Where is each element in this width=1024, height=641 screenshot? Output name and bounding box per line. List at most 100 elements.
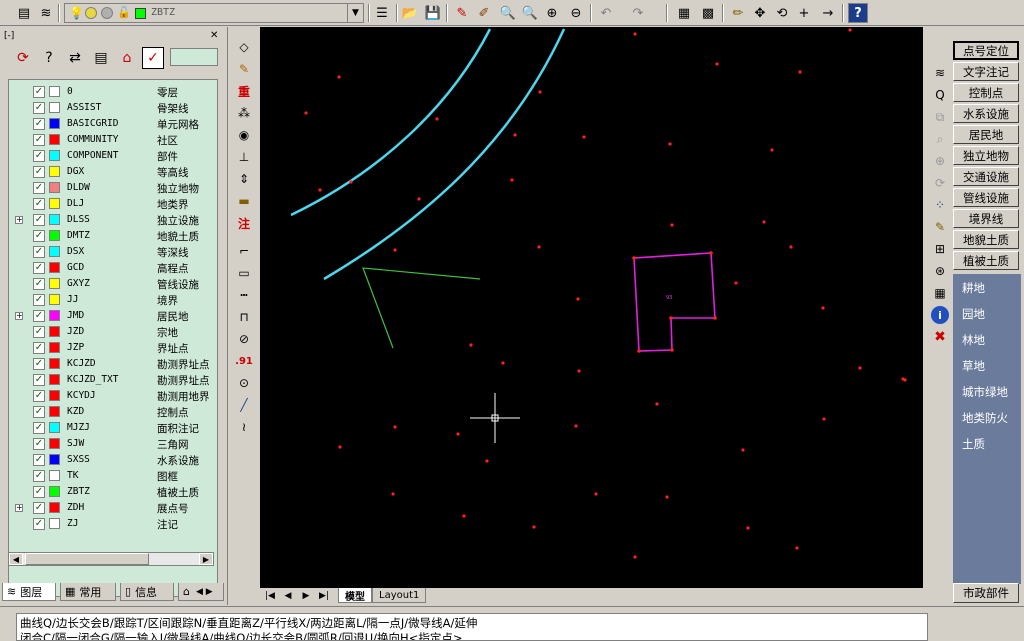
layer-visible-checkbox[interactable]: ✓ bbox=[33, 102, 45, 114]
survey-point[interactable] bbox=[582, 135, 586, 139]
layer-color-swatch[interactable] bbox=[49, 470, 60, 481]
layer-visible-checkbox[interactable]: ✓ bbox=[33, 262, 45, 274]
chevron-down-icon[interactable]: ▼ bbox=[347, 4, 363, 22]
survey-point[interactable] bbox=[795, 546, 799, 550]
layer-visible-checkbox[interactable]: ✓ bbox=[33, 166, 45, 178]
sub-list-item[interactable]: 地类防火 bbox=[962, 410, 1008, 426]
command-history[interactable]: 曲线Q/边长交会B/跟踪T/区间跟踪N/垂直距离Z/平行线X/两边距离L/隔一点… bbox=[16, 613, 928, 641]
collapse-button[interactable]: [-] bbox=[4, 31, 14, 41]
horizontal-scrollbar[interactable]: ◀ ▶ bbox=[8, 552, 214, 566]
layer-visible-checkbox[interactable]: ✓ bbox=[33, 406, 45, 418]
layer-color-swatch[interactable] bbox=[49, 118, 60, 129]
layer-row[interactable]: ✓ COMPONENT 部件 bbox=[9, 148, 217, 164]
survey-point[interactable] bbox=[304, 111, 308, 115]
survey-point[interactable] bbox=[538, 90, 542, 94]
survey-point[interactable] bbox=[393, 425, 397, 429]
open-icon[interactable]: 📂 bbox=[400, 3, 420, 23]
nodes-icon[interactable]: ⁂ bbox=[234, 103, 254, 123]
layer-row[interactable]: ✓ JZD 宗地 bbox=[9, 324, 217, 340]
next-tab-icon[interactable]: ▶ bbox=[298, 589, 314, 603]
survey-point[interactable] bbox=[798, 70, 802, 74]
zoom-realtime-icon[interactable]: 🔍 bbox=[498, 3, 518, 23]
layer-color-swatch[interactable] bbox=[49, 134, 60, 145]
survey-point[interactable] bbox=[456, 432, 460, 436]
layer-row[interactable]: ✓ DLDW 独立地物 bbox=[9, 180, 217, 196]
polygon-vertex[interactable] bbox=[713, 316, 717, 320]
layer-color-swatch[interactable] bbox=[49, 198, 60, 209]
survey-point[interactable] bbox=[537, 245, 541, 249]
layer-color-swatch[interactable] bbox=[49, 342, 60, 353]
layer-visible-checkbox[interactable]: ✓ bbox=[33, 214, 45, 226]
rotate-icon[interactable]: ⟲ bbox=[772, 3, 792, 23]
survey-point[interactable] bbox=[734, 281, 738, 285]
zoom-window-icon[interactable]: 🔍 bbox=[520, 3, 540, 23]
move-icon[interactable]: ✥ bbox=[750, 3, 770, 23]
layer-visible-checkbox[interactable]: ✓ bbox=[33, 390, 45, 402]
layer-row[interactable]: + ✓ DLSS 独立设施 bbox=[9, 212, 217, 228]
layer-row[interactable]: ✓ ZJ 注记 bbox=[9, 516, 217, 532]
survey-point[interactable] bbox=[848, 28, 852, 32]
tab-more[interactable]: ⌂ ◀ ▶ bbox=[178, 583, 224, 601]
layer-visible-checkbox[interactable]: ✓ bbox=[33, 294, 45, 306]
layer-row[interactable]: ✓ SXSS 水系设施 bbox=[9, 452, 217, 468]
query-icon[interactable]: Q bbox=[931, 86, 949, 104]
refresh-icon[interactable]: ⟳ bbox=[931, 174, 949, 192]
drawing-svg[interactable]: 93 bbox=[260, 27, 923, 588]
layer-color-swatch[interactable] bbox=[49, 358, 60, 369]
survey-point[interactable] bbox=[391, 492, 395, 496]
layer-color-swatch[interactable] bbox=[49, 502, 60, 513]
lock-icon[interactable]: 🔓 bbox=[117, 6, 131, 19]
layer-row[interactable]: ✓ ZBTZ 植被土质 bbox=[9, 484, 217, 500]
layer-row[interactable]: ✓ JJ 境界 bbox=[9, 292, 217, 308]
zoom-previous-icon[interactable]: ⊖ bbox=[566, 3, 586, 23]
bulb-icon[interactable]: 💡 bbox=[69, 6, 84, 20]
control-point-button[interactable]: 控制点 bbox=[953, 83, 1019, 102]
redo-icon[interactable]: ↷ bbox=[628, 3, 648, 23]
measure-icon[interactable]: ⇕ bbox=[234, 169, 254, 189]
tree-icon[interactable]: ⊞ bbox=[931, 240, 949, 258]
layer-visible-checkbox[interactable]: ✓ bbox=[33, 246, 45, 258]
survey-point[interactable] bbox=[513, 133, 517, 137]
survey-point[interactable] bbox=[715, 62, 719, 66]
drawing-canvas[interactable]: 93 bbox=[260, 27, 923, 588]
layer-visible-checkbox[interactable]: ✓ bbox=[33, 518, 45, 530]
layer-color-swatch[interactable] bbox=[49, 86, 60, 97]
layer-color-swatch[interactable] bbox=[49, 422, 60, 433]
layers-icon[interactable]: ≋ bbox=[931, 64, 949, 82]
tab-common[interactable]: ▦ 常用 bbox=[60, 583, 116, 601]
layer-visible-checkbox[interactable]: ✓ bbox=[33, 134, 45, 146]
zoom-in-icon[interactable]: ⊕ bbox=[542, 3, 562, 23]
layer-query-icon[interactable]: ? bbox=[38, 47, 60, 69]
survey-point[interactable] bbox=[435, 117, 439, 121]
pipeline-facility-button[interactable]: 管线设施 bbox=[953, 188, 1019, 207]
tab-model[interactable]: 模型 bbox=[338, 588, 372, 603]
tab-layers[interactable]: ≋ 图层 bbox=[2, 583, 56, 601]
layer-visible-checkbox[interactable]: ✓ bbox=[33, 342, 45, 354]
layer-visible-checkbox[interactable]: ✓ bbox=[33, 470, 45, 482]
layer-combo[interactable]: 💡 🔓 ZBTZ ▼ bbox=[64, 3, 364, 23]
survey-point[interactable] bbox=[594, 492, 598, 496]
traffic-facility-button[interactable]: 交通设施 bbox=[953, 167, 1019, 186]
layer-visible-checkbox[interactable]: ✓ bbox=[33, 150, 45, 162]
scroll-right-icon[interactable]: ▶ bbox=[199, 553, 213, 565]
layer-match-icon[interactable]: ⇄ bbox=[64, 47, 86, 69]
survey-point[interactable] bbox=[576, 297, 580, 301]
independent-feature-button[interactable]: 独立地物 bbox=[953, 146, 1019, 165]
sun-icon[interactable] bbox=[85, 7, 97, 19]
residential-button[interactable]: 居民地 bbox=[953, 125, 1019, 144]
landform-soil-button[interactable]: 地貌土质 bbox=[953, 230, 1019, 249]
survey-point[interactable] bbox=[349, 180, 353, 184]
grid-icon[interactable]: ▩ bbox=[698, 3, 718, 23]
layer-row[interactable]: ✓ ASSIST 骨架线 bbox=[9, 100, 217, 116]
tab-layout1[interactable]: Layout1 bbox=[372, 588, 427, 603]
survey-point[interactable] bbox=[338, 445, 342, 449]
survey-point[interactable] bbox=[501, 361, 505, 365]
road-curve-outer[interactable] bbox=[323, 28, 566, 281]
table-icon[interactable]: ▦ bbox=[931, 284, 949, 302]
layer-row[interactable]: ✓ KCYDJ 勘测用地界 bbox=[9, 388, 217, 404]
survey-point[interactable] bbox=[770, 148, 774, 152]
polygon-vertex[interactable] bbox=[670, 348, 674, 352]
pen-icon[interactable]: ✎ bbox=[234, 59, 254, 79]
layer-color-swatch[interactable] bbox=[49, 454, 60, 465]
layer-visible-checkbox[interactable]: ✓ bbox=[33, 438, 45, 450]
